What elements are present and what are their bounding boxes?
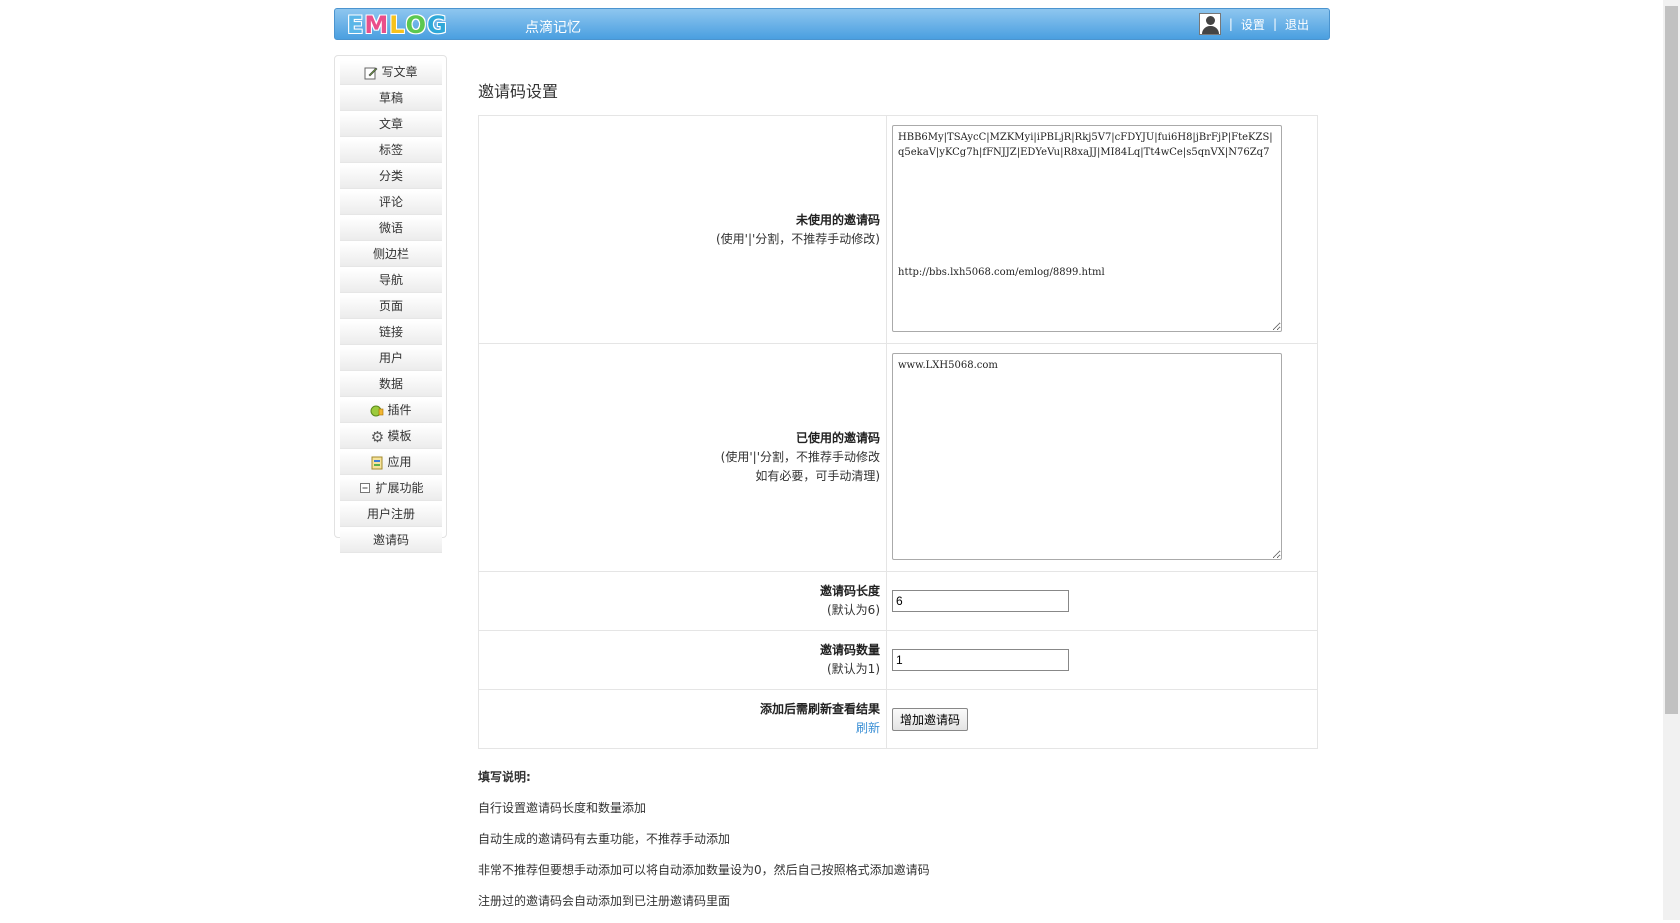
instruction-line: 非常不推荐但要想手动添加可以将自动添加数量设为0，然后自己按照格式添加邀请码 — [478, 863, 930, 877]
sidebar-item-categories[interactable]: 分类 — [340, 165, 442, 189]
sidebar-item-drafts[interactable]: 草稿 — [340, 87, 442, 111]
unused-codes-hint: (使用'|'分割，不推荐手动修改) — [715, 231, 880, 246]
code-count-hint: (默认为1) — [827, 662, 880, 676]
settings-link[interactable]: 设置 — [1241, 16, 1265, 33]
logo-letter: E — [347, 11, 365, 39]
collapse-icon — [358, 482, 372, 496]
vertical-scrollbar[interactable] — [1663, 0, 1680, 920]
code-length-label: 邀请码长度 — [819, 584, 880, 598]
used-field-cell — [886, 343, 1318, 572]
form-row-count: 邀请码数量 (默认为1) — [478, 630, 1318, 690]
used-codes-textarea[interactable] — [892, 352, 1282, 560]
unused-label-cell: 未使用的邀请码 (使用'|'分割，不推荐手动修改) — [478, 115, 887, 344]
instruction-line: 注册过的邀请码会自动添加到已注册邀请码里面 — [478, 894, 731, 908]
logout-link[interactable]: 退出 — [1285, 16, 1309, 33]
sidebar-item-comments[interactable]: 评论 — [340, 191, 442, 215]
sidebar-item-links[interactable]: 链接 — [340, 321, 442, 345]
unused-field-cell — [886, 115, 1318, 344]
sidebar-item-label: 数据 — [378, 377, 403, 391]
page-title: 邀请码设置 — [478, 82, 559, 101]
sidebar-item-invite-code[interactable]: 邀请码 — [340, 529, 442, 553]
unused-codes-label: 未使用的邀请码 — [795, 212, 880, 227]
form-row-length: 邀请码长度 (默认为6) — [478, 571, 1318, 631]
form-row-add: 添加后需刷新查看结果 刷新 增加邀请码 — [478, 689, 1318, 749]
sidebar-item-user-register[interactable]: 用户注册 — [340, 503, 442, 527]
sidebar-item-label: 标签 — [378, 143, 403, 157]
logo-letter: G — [427, 11, 448, 39]
sidebar-item-apps[interactable]: 应用 — [340, 451, 442, 475]
code-count-input[interactable] — [892, 649, 1069, 671]
add-invite-code-button[interactable]: 增加邀请码 — [892, 707, 969, 731]
add-field-cell: 增加邀请码 — [886, 689, 1318, 749]
gear-icon: ⚙ — [370, 427, 385, 446]
used-label-cell: 已使用的邀请码 (使用'|'分割，不推荐手动修改 如有必要，可手动清理) — [478, 343, 887, 572]
refresh-link[interactable]: 刷新 — [856, 721, 880, 735]
code-length-input[interactable] — [892, 590, 1069, 612]
sidebar-item-label: 邀请码 — [372, 533, 409, 547]
code-count-label: 邀请码数量 — [819, 643, 880, 657]
sidebar-item-templates[interactable]: ⚙ 模板 — [340, 425, 442, 449]
settings-form: 未使用的邀请码 (使用'|'分割，不推荐手动修改) 已使用的邀请码 (使用'|'… — [478, 115, 1318, 749]
used-codes-label: 已使用的邀请码 — [795, 431, 880, 445]
sidebar-item-tags[interactable]: 标签 — [340, 139, 442, 163]
top-header: E M L O G 点滴记忆 | 设置 | 退出 — [334, 8, 1330, 40]
logo-letter: M — [364, 11, 390, 39]
sidebar-item-navigation[interactable]: 导航 — [340, 269, 442, 293]
emlog-logo[interactable]: E M L O G — [347, 11, 448, 39]
sidebar-item-label: 文章 — [378, 117, 403, 131]
sidebar-item-articles[interactable]: 文章 — [340, 113, 442, 137]
sidebar-item-write[interactable]: 写文章 — [340, 61, 442, 85]
sidebar-item-sidebar[interactable]: 侧边栏 — [340, 243, 442, 267]
used-codes-hint: 如有必要，可手动清理) — [755, 469, 880, 483]
instructions: 填写说明: 自行设置邀请码长度和数量添加 自动生成的邀请码有去重功能，不推荐手动… — [478, 768, 930, 923]
scroll-thumb[interactable] — [1665, 6, 1678, 714]
sidebar-item-label: 草稿 — [378, 91, 403, 105]
user-area: | 设置 | 退出 — [1198, 13, 1309, 35]
site-name-link[interactable]: 点滴记忆 — [525, 17, 581, 37]
sidebar-item-extensions[interactable]: 扩展功能 — [340, 477, 442, 501]
sidebar-item-label: 应用 — [387, 455, 412, 469]
form-row-used: 已使用的邀请码 (使用'|'分割，不推荐手动修改 如有必要，可手动清理) — [478, 343, 1318, 572]
count-field-cell — [886, 630, 1318, 690]
sidebar-item-label: 插件 — [387, 403, 412, 417]
sidebar-item-label: 扩展功能 — [375, 481, 424, 495]
form-row-unused: 未使用的邀请码 (使用'|'分割，不推荐手动修改) — [478, 115, 1318, 344]
logo-letter: O — [405, 11, 427, 39]
unused-codes-textarea[interactable] — [892, 124, 1282, 332]
sidebar-item-label: 用户 — [378, 351, 403, 365]
sidebar-item-label: 分类 — [378, 169, 403, 183]
length-field-cell — [886, 571, 1318, 631]
sidebar-item-label: 评论 — [378, 195, 403, 209]
sidebar-item-label: 链接 — [378, 325, 403, 339]
sidebar-item-label: 页面 — [378, 299, 403, 313]
sidebar-item-data[interactable]: 数据 — [340, 373, 442, 397]
add-note-label: 添加后需刷新查看结果 — [759, 702, 880, 716]
count-label-cell: 邀请码数量 (默认为1) — [478, 630, 887, 690]
sidebar-item-twitter[interactable]: 微语 — [340, 217, 442, 241]
edit-icon — [364, 66, 378, 80]
sidebar-item-label: 用户注册 — [366, 507, 415, 521]
sidebar-item-label: 模板 — [387, 429, 412, 443]
sidebar-item-label: 写文章 — [381, 65, 418, 79]
sidebar-item-pages[interactable]: 页面 — [340, 295, 442, 319]
length-label-cell: 邀请码长度 (默认为6) — [478, 571, 887, 631]
instruction-line: 自动生成的邀请码有去重功能，不推荐手动添加 — [478, 832, 731, 846]
instruction-line: 自行设置邀请码长度和数量添加 — [478, 801, 647, 815]
app-icon — [370, 456, 384, 470]
used-codes-hint: (使用'|'分割，不推荐手动修改 — [720, 450, 880, 464]
sidebar: 写文章 草稿 文章 标签 分类 评论 微语 侧边栏 导航 页面 链接 用户 数据… — [334, 55, 447, 553]
sidebar-item-label: 导航 — [378, 273, 403, 287]
code-length-hint: (默认为6) — [827, 603, 880, 617]
add-label-cell: 添加后需刷新查看结果 刷新 — [478, 689, 887, 749]
avatar[interactable] — [1198, 13, 1221, 35]
sidebar-item-label: 微语 — [378, 221, 403, 235]
sidebar-item-label: 侧边栏 — [372, 247, 409, 261]
logo-letter: L — [389, 11, 406, 39]
separator: | — [1228, 17, 1233, 31]
plugin-icon — [370, 404, 384, 418]
sidebar-item-plugins[interactable]: 插件 — [340, 399, 442, 423]
sidebar-item-users[interactable]: 用户 — [340, 347, 442, 371]
instructions-title: 填写说明: — [478, 770, 531, 784]
separator: | — [1272, 17, 1277, 31]
